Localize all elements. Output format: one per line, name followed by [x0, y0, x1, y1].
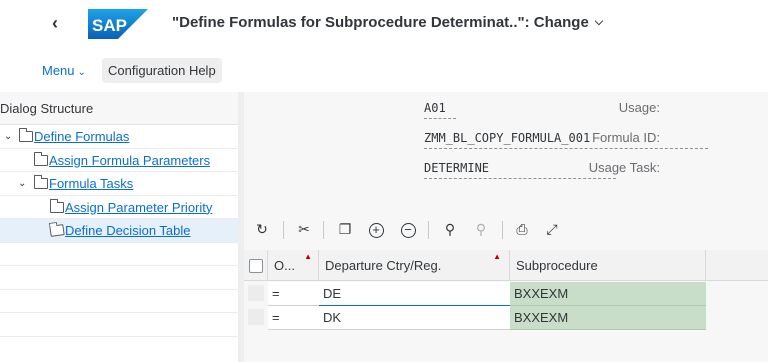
tree-empty-row — [0, 266, 240, 290]
chevron-down-icon: ⌵ — [594, 16, 604, 28]
formula-id-label: Formula ID: — [592, 130, 660, 145]
tree-item-label[interactable]: Assign Parameter Priority — [65, 196, 212, 219]
refresh-icon[interactable]: ↻ — [250, 217, 274, 241]
row-selector[interactable] — [248, 309, 264, 325]
page-title-text: "Define Formulas for Subprocedure Determ… — [172, 14, 589, 31]
chevron-down-icon: ⌄ — [77, 67, 86, 78]
tree-item-assign-parameter-priority[interactable]: Assign Parameter Priority — [0, 196, 240, 219]
menu-label: Menu — [42, 63, 75, 78]
open-folder-icon — [49, 224, 65, 237]
tree-item-assign-formula-parameters[interactable]: Assign Formula Parameters — [0, 149, 240, 172]
search-next-icon[interactable]: ⚲ — [469, 217, 493, 241]
usage-label: Usage: — [618, 100, 660, 115]
tree-empty-row — [0, 243, 240, 266]
row-selector[interactable] — [248, 285, 264, 301]
tree-empty-row — [0, 290, 240, 313]
tree-item-define-formulas[interactable]: ⌄ Define Formulas — [0, 125, 240, 149]
usage-value[interactable]: A01 — [424, 101, 446, 115]
column-header-filler — [706, 250, 768, 281]
print-icon[interactable]: ⎙ — [510, 217, 534, 241]
required-indicator-icon: ▲ — [493, 252, 501, 261]
tree-item-formula-tasks[interactable]: ⌄ Formula Tasks — [0, 172, 240, 196]
column-header-operator[interactable]: O... ▲ — [268, 250, 319, 281]
column-header-label: O... — [274, 258, 295, 273]
dialog-structure-title: Dialog Structure — [0, 92, 240, 125]
usage-underline — [424, 118, 456, 119]
column-header-label: Departure Ctry/Reg. — [325, 258, 442, 273]
tree-empty-row — [0, 313, 240, 337]
configuration-help-button[interactable]: Configuration Help — [102, 58, 222, 83]
column-header-subprocedure[interactable]: Subprocedure — [510, 250, 706, 281]
toolbar-separator — [323, 221, 324, 239]
expand-arrow-icon[interactable]: ⌄ — [18, 172, 30, 195]
folder-icon — [50, 198, 64, 213]
tree-item-label[interactable]: Define Formulas — [34, 125, 129, 148]
subprocedure-cell[interactable]: BXXEXM — [510, 282, 706, 306]
folder-icon — [34, 151, 48, 166]
toolbar-separator — [283, 221, 284, 239]
column-header-label: Subprocedure — [516, 258, 598, 273]
tree-item-label[interactable]: Define Decision Table — [65, 219, 191, 242]
remove-icon[interactable]: − — [396, 217, 420, 241]
formula-id-value[interactable]: ZMM_BL_COPY_FORMULA_001 — [424, 131, 590, 145]
dialog-structure-panel: Dialog Structure ⌄ Define Formulas Assig… — [0, 92, 240, 362]
back-icon[interactable]: ‹ — [52, 13, 68, 33]
toolbar-separator — [428, 221, 429, 239]
column-header-departure[interactable]: Departure Ctry/Reg. ▲ — [319, 250, 510, 281]
usage-task-underline — [424, 178, 616, 179]
menu-button[interactable]: Menu ⌄ — [38, 60, 90, 82]
select-all-checkbox[interactable] — [249, 259, 263, 273]
usage-task-value[interactable]: DETERMINE — [424, 161, 489, 175]
folder-icon — [19, 128, 33, 142]
expand-arrow-icon[interactable]: ⌄ — [4, 125, 16, 148]
required-indicator-icon: ▲ — [304, 252, 312, 261]
search-icon[interactable]: ⚲ — [438, 217, 462, 241]
page-title[interactable]: "Define Formulas for Subprocedure Determ… — [172, 14, 603, 31]
operator-cell[interactable]: = — [268, 282, 319, 306]
sap-logo: SAP — [88, 9, 148, 39]
tree-item-label[interactable]: Formula Tasks — [49, 172, 133, 195]
cut-icon[interactable]: ✂ — [292, 217, 316, 241]
add-icon[interactable]: + — [364, 217, 388, 241]
svg-text:SAP: SAP — [92, 16, 127, 35]
operator-cell[interactable]: = — [268, 306, 319, 330]
departure-cell[interactable]: DK — [319, 306, 510, 330]
toolbar-separator — [502, 221, 503, 239]
subprocedure-cell[interactable]: BXXEXM — [510, 306, 706, 330]
select-all-header — [244, 250, 268, 281]
fullscreen-icon[interactable]: ⤢ — [540, 217, 564, 241]
tree-item-define-decision-table[interactable]: Define Decision Table — [0, 219, 240, 243]
tree-item-label[interactable]: Assign Formula Parameters — [49, 149, 210, 172]
departure-cell[interactable]: DE — [319, 282, 510, 306]
formula-id-underline — [424, 148, 708, 149]
shell-header: ‹ SAP "Define Formulas for Subprocedure … — [0, 0, 768, 48]
copy-icon[interactable]: ❐ — [333, 217, 357, 241]
folder-icon — [34, 175, 48, 189]
usage-task-label: Usage Task: — [588, 160, 660, 175]
